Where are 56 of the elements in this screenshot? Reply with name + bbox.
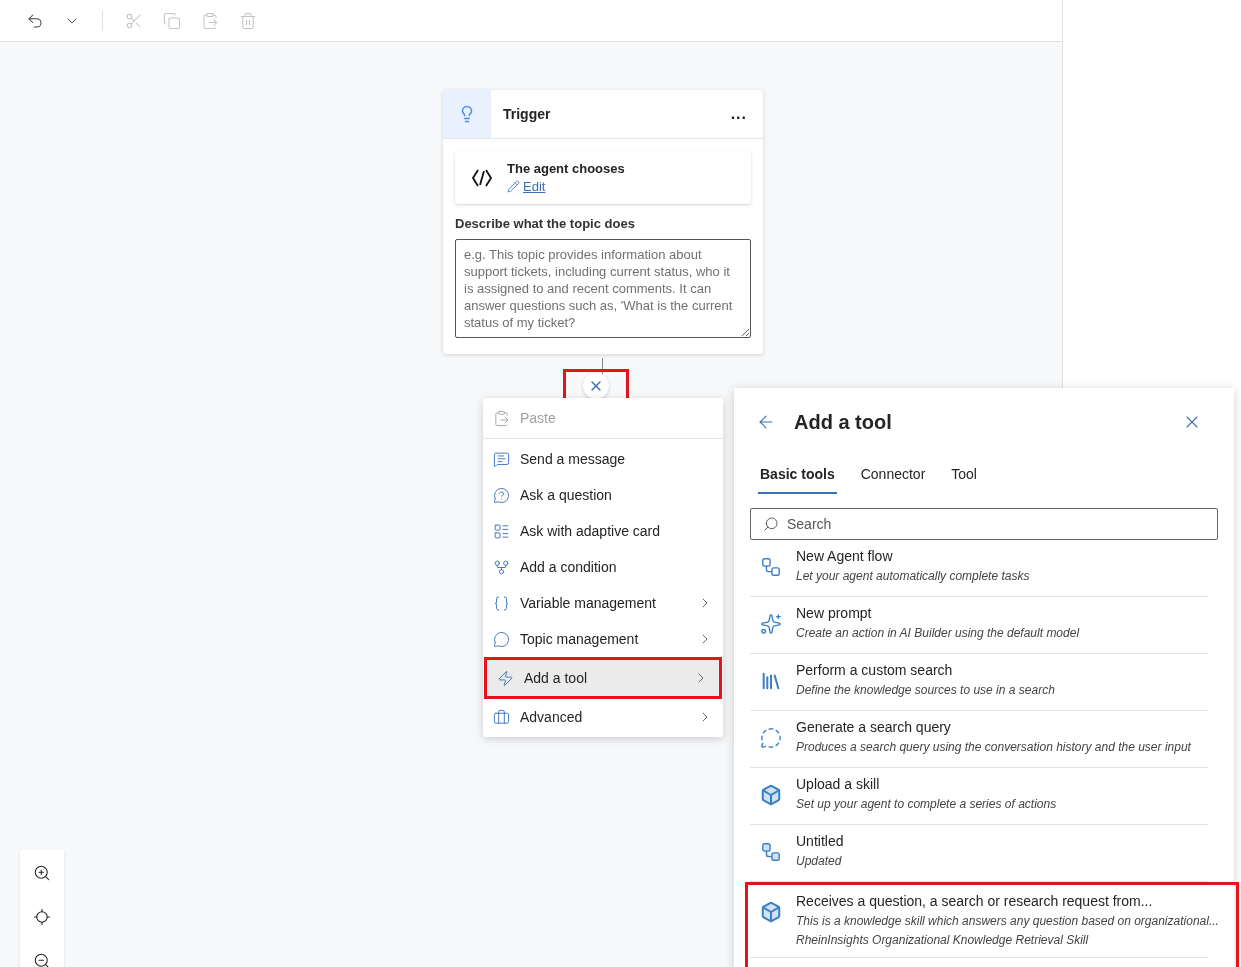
tool-description: Create an action in AI Builder using the default model bbox=[796, 626, 1080, 640]
search-field[interactable]: Search bbox=[750, 508, 1218, 540]
tab[interactable]: Basic tools bbox=[758, 456, 837, 494]
delete-icon bbox=[239, 11, 257, 30]
message-icon bbox=[493, 450, 510, 468]
tool-item[interactable]: Perform a custom search Define the knowledge sources to use in a search bbox=[750, 654, 1208, 711]
pencil-icon bbox=[507, 180, 520, 193]
tool-description: Set up your agent to complete a series of actions bbox=[796, 797, 1057, 811]
more-button[interactable]: ... bbox=[724, 104, 753, 124]
tool-title: New Agent flow bbox=[796, 548, 894, 564]
trigger-type: The agent chooses bbox=[507, 161, 625, 176]
tool-title: Receives a question, a search or research request from... bbox=[796, 893, 1154, 909]
tool-description: Updated bbox=[796, 854, 843, 868]
paste-icon bbox=[493, 409, 510, 427]
menu-item[interactable]: Topic management bbox=[483, 621, 723, 657]
menu-item[interactable]: Add a condition bbox=[483, 549, 723, 585]
description-label: Describe what the topic does bbox=[455, 216, 636, 231]
tool-item[interactable]: Upload a skill Set up your agent to complete a series of actions bbox=[750, 768, 1208, 825]
menu-item[interactable]: Send a message bbox=[483, 441, 723, 477]
flow-icon bbox=[760, 556, 782, 578]
tool-description: Define the knowledge sources to use in a search bbox=[796, 683, 1055, 697]
zoom-in-button[interactable] bbox=[33, 864, 51, 882]
undo-icon bbox=[26, 11, 44, 30]
menu-item[interactable]: Advanced bbox=[483, 699, 723, 735]
question-icon bbox=[493, 486, 510, 504]
tool-item[interactable]: New prompt Create an action in AI Builder using the default model bbox=[750, 597, 1208, 654]
tool-description: Produces a search query using the conversation history and the user input bbox=[796, 740, 1191, 754]
description-field[interactable]: e.g. This topic provides information about support tickets, including current status, who it is assigned to and recent comments. It can answer questions such as, 'What is the current status of my ticket? bbox=[455, 239, 751, 338]
tool-item[interactable]: Untitled Updated bbox=[750, 825, 1208, 882]
tool-item[interactable]: New Agent flow Let your agent automatically complete tasks bbox=[750, 540, 1208, 597]
tool-description: This is a knowledge skill which answers any question based on organizational... bbox=[796, 914, 1219, 928]
zoom-out-button[interactable] bbox=[33, 952, 51, 967]
tool-title: Untitled bbox=[796, 833, 844, 849]
tab[interactable]: Tool bbox=[949, 456, 979, 494]
copy-icon bbox=[163, 11, 181, 30]
tool-title: New prompt bbox=[796, 605, 873, 621]
center-button[interactable] bbox=[33, 908, 51, 926]
paste-icon bbox=[201, 11, 219, 30]
tool-title: Perform a custom search bbox=[796, 662, 954, 678]
menu-item[interactable]: Add a tool bbox=[487, 660, 719, 696]
search-icon bbox=[763, 516, 779, 532]
tool-title: Generate a search query bbox=[796, 719, 952, 735]
menu-item[interactable]: Ask a question bbox=[483, 477, 723, 513]
menu-item[interactable]: Ask with adaptive card bbox=[483, 513, 723, 549]
tool-description: Let your agent automatically complete tasks bbox=[796, 569, 1030, 583]
library-icon bbox=[760, 670, 782, 692]
menu-item[interactable]: Variable management bbox=[483, 585, 723, 621]
tab[interactable]: Connector bbox=[858, 456, 928, 494]
node-title: Trigger bbox=[503, 106, 552, 122]
panel-title: Add a tool bbox=[794, 410, 893, 434]
tool-item[interactable]: Generate a search query Produces a search query using the conversation history and the user input bbox=[750, 711, 1208, 768]
cut-icon bbox=[125, 11, 143, 30]
code-hexagon-icon bbox=[471, 167, 493, 188]
tool-title: Upload a skill bbox=[796, 776, 881, 792]
tool-description: RheinInsights Organizational Knowledge Retrieval Skill bbox=[796, 933, 1090, 947]
edit-link[interactable]: Edit bbox=[507, 179, 625, 194]
